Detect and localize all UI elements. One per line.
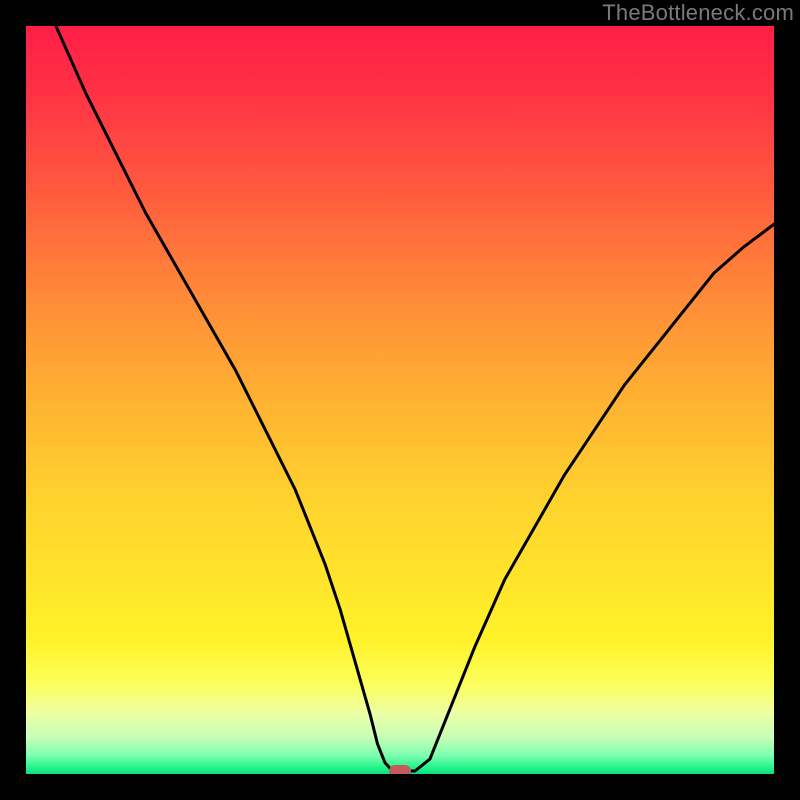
plot-area [26,26,774,774]
bottleneck-curve [56,26,774,771]
optimal-point-marker [389,765,411,774]
curve-svg [26,26,774,774]
watermark-text: TheBottleneck.com [602,0,794,26]
chart-frame: TheBottleneck.com [0,0,800,800]
